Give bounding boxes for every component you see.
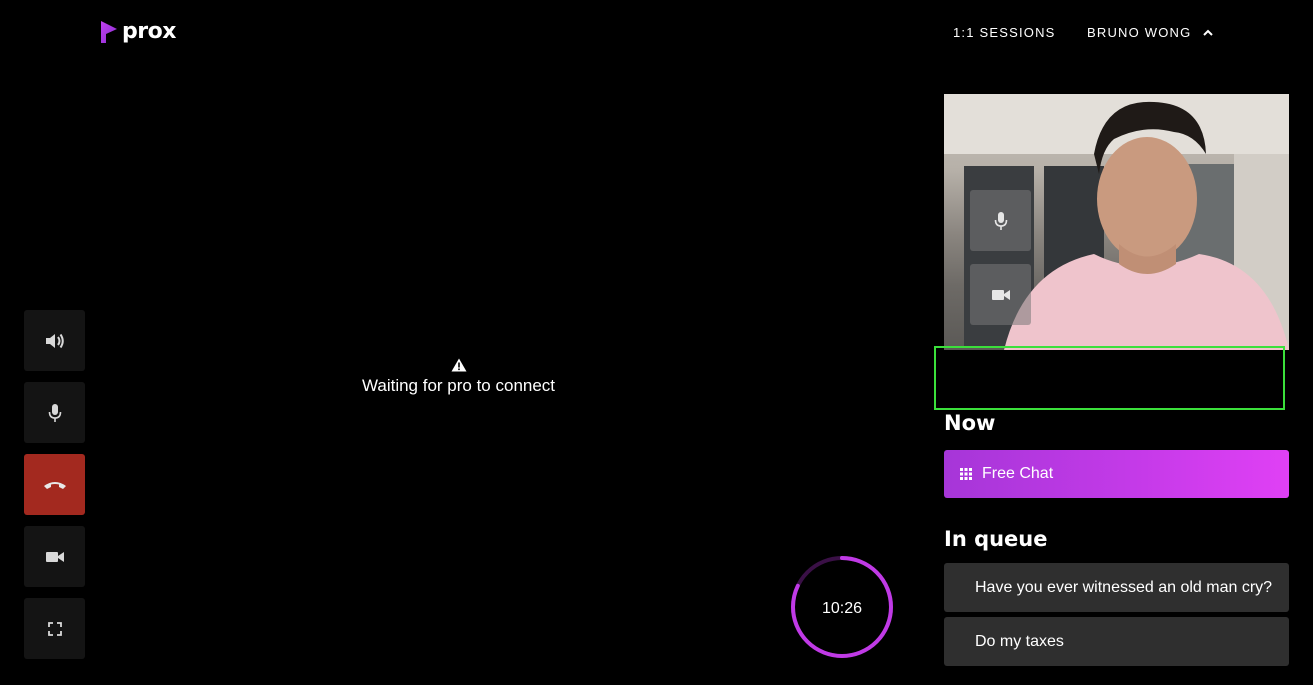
queue-item-label: Do my taxes [975, 632, 1064, 650]
now-item-label: Free Chat [982, 465, 1054, 482]
nav-sessions-link[interactable]: 1:1 SESSIONS [953, 25, 1056, 40]
brand-name: prox [122, 19, 176, 44]
microphone-button[interactable] [24, 382, 85, 443]
fullscreen-icon [47, 621, 62, 636]
user-name: BRUNO WONG [1087, 25, 1192, 40]
chevron-up-icon [1203, 29, 1214, 36]
self-video-preview [944, 94, 1289, 350]
camera-button[interactable] [24, 526, 85, 587]
prox-logo-icon [101, 20, 117, 43]
grid-icon [960, 468, 972, 480]
preview-camera-button[interactable] [970, 264, 1031, 325]
waiting-text: Waiting for pro to connect [361, 376, 556, 395]
warning-icon [451, 358, 466, 372]
speaker-button[interactable] [24, 310, 85, 371]
now-heading: Now [944, 414, 996, 435]
in-queue-heading: In queue [944, 527, 1048, 551]
queue-item[interactable]: Do my taxes [944, 617, 1289, 666]
microphone-icon [48, 403, 61, 422]
session-timer: 10:26 [787, 554, 897, 664]
prox-logo[interactable]: prox [100, 19, 176, 44]
user-menu[interactable]: BRUNO WONG [1087, 25, 1214, 40]
camera-icon [45, 551, 64, 562]
hangup-button[interactable] [24, 454, 85, 515]
camera-icon [991, 289, 1010, 300]
microphone-icon [994, 211, 1007, 230]
waiting-status: Waiting for pro to connect [300, 358, 617, 396]
hangup-icon [43, 481, 66, 489]
timer-text: 10:26 [821, 600, 863, 617]
fullscreen-button[interactable] [24, 598, 85, 659]
highlight-box [934, 346, 1285, 410]
queue-item[interactable]: Have you ever witnessed an old man cry? [944, 563, 1289, 612]
queue-item-label: Have you ever witnessed an old man cry? [975, 578, 1273, 596]
preview-mic-button[interactable] [970, 190, 1031, 251]
app-root: prox 1:1 SESSIONS BRUNO WONG Waiting for… [0, 0, 1313, 685]
speaker-icon [45, 333, 64, 348]
now-item-free-chat[interactable]: Free Chat [944, 450, 1289, 498]
